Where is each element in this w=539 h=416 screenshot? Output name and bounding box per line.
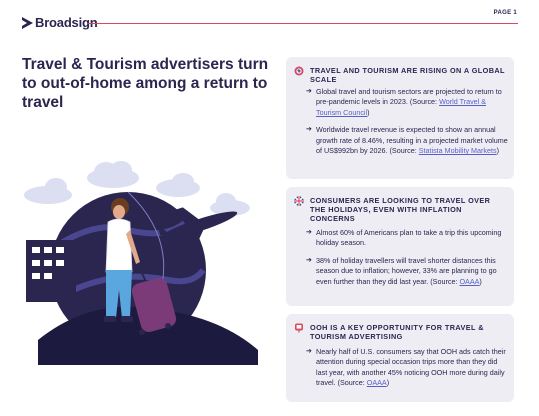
source-link[interactable]: OAAA	[459, 277, 479, 286]
source-link[interactable]: Statista Mobility Markets	[419, 146, 497, 155]
card-title: OOH IS A KEY OPPORTUNITY FOR TRAVEL & TO…	[310, 323, 484, 341]
list-item: ➔ 38% of holiday travellers will travel …	[306, 255, 497, 286]
broadsign-logo[interactable]: Broadsign	[22, 15, 98, 30]
arrow-icon: ➔	[306, 88, 312, 95]
page-title: Travel & Tourism advertisers turn to out…	[22, 56, 269, 111]
travel-illustration	[24, 161, 258, 365]
source-link[interactable]: OAAA	[367, 378, 387, 387]
arrow-icon: ➔	[306, 348, 312, 355]
list-item: ➔ Nearly half of U.S. consumers say that…	[306, 347, 506, 388]
list-item: ➔ Global travel and tourism sectors are …	[306, 87, 502, 117]
billboard-icon	[295, 323, 303, 333]
globe-icon	[294, 66, 304, 76]
uk-flag-icon	[294, 196, 304, 206]
broadsign-logo-icon	[22, 16, 33, 29]
list-item: ➔ Worldwide travel revenue is expected t…	[306, 125, 508, 156]
bullet-list: ➔ Almost 60% of Americans plan to take a…	[306, 228, 508, 294]
cloud-icon	[156, 173, 200, 197]
page-number: PAGE 1	[493, 10, 517, 16]
info-card-travel-rising: TRAVEL AND TOURISM ARE RISING ON A GLOBA…	[286, 57, 514, 179]
arrow-icon: ➔	[306, 126, 312, 134]
info-card-ooh-opportunity: OOH IS A KEY OPPORTUNITY FOR TRAVEL & TO…	[286, 314, 514, 402]
cloud-icon	[87, 161, 139, 188]
building-graphic	[26, 240, 76, 302]
header-divider	[88, 23, 518, 24]
bullet-list: ➔ Global travel and tourism sectors are …	[306, 87, 508, 163]
arrow-icon: ➔	[306, 256, 312, 264]
arrow-icon: ➔	[306, 229, 312, 236]
list-item: ➔ Almost 60% of Americans plan to take a…	[306, 228, 502, 248]
cloud-icon	[24, 178, 72, 204]
card-title: TRAVEL AND TOURISM ARE RISING ON A GLOBA…	[310, 66, 505, 84]
page-header: Broadsign PAGE 1	[0, 0, 539, 40]
bullet-list: ➔ Nearly half of U.S. consumers say that…	[306, 347, 508, 396]
card-title: CONSUMERS ARE LOOKING TO TRAVEL OVER THE…	[310, 196, 491, 223]
info-card-holiday-travel: CONSUMERS ARE LOOKING TO TRAVEL OVER THE…	[286, 187, 514, 306]
